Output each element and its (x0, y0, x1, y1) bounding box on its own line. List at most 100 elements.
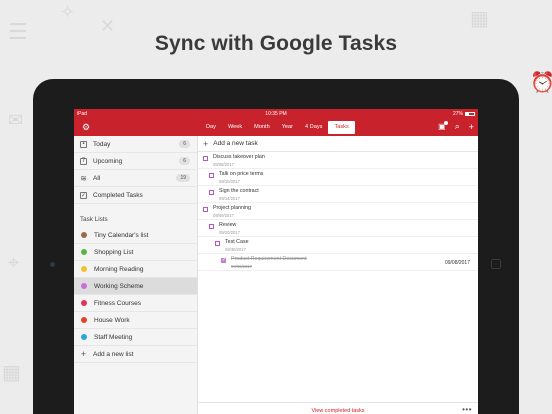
checkbox-icon: ✓ (80, 191, 87, 199)
sidebar: ▪ Today 6 7 Upcoming 6 ≋ All 19 ✓ Comple… (74, 136, 198, 414)
battery-icon (465, 111, 475, 117)
sidebar-item-label: Today (93, 140, 111, 148)
task-date: 09/10/2017 (219, 179, 240, 184)
settings-gear-icon[interactable]: ⚙ (82, 122, 90, 133)
search-icon[interactable]: ⌕ (455, 121, 460, 132)
sidebar-item-label: Upcoming (93, 157, 123, 165)
task-row[interactable]: Talk on price terms 09/10/2017 (198, 169, 478, 186)
background-decoration: ✉ (8, 110, 24, 131)
content-area: ▪ Today 6 7 Upcoming 6 ≋ All 19 ✓ Comple… (74, 136, 478, 414)
sidebar-item-upcoming[interactable]: 7 Upcoming 6 (74, 153, 197, 170)
tab-month[interactable]: Month (248, 121, 276, 134)
list-label: Fitness Courses (94, 299, 141, 307)
tab-day[interactable]: Day (200, 121, 222, 134)
plus-icon: + (80, 349, 87, 359)
sidebar-item-label: All (93, 174, 101, 182)
task-checkbox[interactable] (203, 207, 208, 212)
sidebar-item-completed-tasks[interactable]: ✓ Completed Tasks (74, 187, 197, 204)
task-row[interactable]: Discuss takeover plan 09/08/2017 (198, 152, 478, 169)
task-panel: + Add a new task Discuss takeover plan 0… (198, 136, 478, 414)
background-decoration: ✧ (60, 2, 76, 23)
task-row[interactable]: Sign the contract 09/14/2017 (198, 186, 478, 203)
task-checkbox[interactable] (209, 173, 214, 178)
add-list-button[interactable]: + Add a new list (74, 346, 197, 363)
add-icon[interactable]: + (469, 122, 474, 132)
task-row[interactable]: Review 09/20/2017 (198, 220, 478, 237)
background-decoration: ⏰ (530, 70, 552, 94)
task-lists-header: Task Lists (80, 216, 108, 223)
list-color-dot (81, 317, 87, 323)
list-item-house-work[interactable]: House Work (74, 312, 197, 329)
calendar-icon: 7 (80, 157, 87, 165)
count-badge: 6 (179, 157, 190, 165)
list-item-staff-meeting[interactable]: Staff Meeting (74, 329, 197, 346)
task-date: 09/14/2017 (219, 196, 240, 201)
task-title: Project planning (213, 205, 251, 211)
count-badge: 19 (176, 174, 190, 182)
calendar-icon: ▪ (80, 140, 87, 148)
list-label: Working Scheme (94, 282, 144, 290)
count-badge: 6 (179, 140, 190, 148)
task-title: Product Requirement Document (231, 256, 307, 262)
tab-week[interactable]: Week (222, 121, 248, 134)
view-completed-tasks-button[interactable]: View completed tasks ••• (198, 402, 478, 414)
list-label: Tiny Calendar's list (94, 231, 149, 239)
task-date: 09/20/2017 (219, 230, 240, 235)
tab-tasks[interactable]: Tasks (328, 121, 355, 134)
sidebar-item-today[interactable]: ▪ Today 6 (74, 136, 197, 153)
status-time: 10:35 PM (265, 110, 287, 117)
toolbar-actions: ▣ ⌕ + (438, 121, 474, 132)
sidebar-item-label: Completed Tasks (93, 191, 143, 199)
list-color-dot (81, 334, 87, 340)
task-title: Review (219, 222, 237, 228)
status-bar: iPad 10:35 PM 27% (74, 109, 478, 119)
list-item-tiny-calendar[interactable]: Tiny Calendar's list (74, 227, 197, 244)
view-tabs: Day Week Month Year 4 Days Tasks (200, 121, 355, 134)
inbox-badge-icon[interactable]: ▣ (438, 121, 448, 131)
list-item-shopping-list[interactable]: Shopping List (74, 244, 197, 261)
task-row-completed[interactable]: Product Requirement Document 09/08/2017 … (198, 254, 478, 271)
list-color-dot (81, 232, 87, 238)
camera-dot (50, 262, 55, 267)
sidebar-item-all[interactable]: ≋ All 19 (74, 170, 197, 187)
tab-4-days[interactable]: 4 Days (299, 121, 328, 134)
task-checkbox[interactable] (203, 156, 208, 161)
list-item-morning-reading[interactable]: Morning Reading (74, 261, 197, 278)
background-decoration: ▦ (470, 6, 489, 30)
task-checkbox[interactable] (209, 190, 214, 195)
list-label: Morning Reading (94, 265, 144, 273)
view-completed-label: View completed tasks (311, 408, 365, 414)
more-options-icon[interactable]: ••• (462, 402, 472, 414)
add-task-button[interactable]: + Add a new task (198, 136, 478, 152)
toolbar: ⚙ Day Week Month Year 4 Days Tasks ▣ ⌕ + (74, 119, 478, 136)
task-due-date: 09/08/2017 (444, 260, 470, 266)
task-checkbox[interactable] (209, 224, 214, 229)
task-date: 09/08/2017 (213, 162, 234, 167)
background-decoration: ▦ (2, 360, 21, 384)
ipad-device: iPad 10:35 PM 27% ⚙ Day Week Month Year … (33, 79, 519, 414)
home-button[interactable] (491, 259, 501, 269)
task-date: 09/30/2017 (225, 247, 246, 252)
task-title: Test Case (225, 239, 249, 245)
list-item-fitness-courses[interactable]: Fitness Courses (74, 295, 197, 312)
tab-year[interactable]: Year (276, 121, 299, 134)
list-color-dot (81, 266, 87, 272)
list-label: House Work (94, 316, 130, 324)
add-list-label: Add a new list (93, 350, 134, 358)
task-date: 09/09/2017 (213, 213, 234, 218)
list-label: Staff Meeting (94, 333, 133, 341)
task-row[interactable]: Test Case 09/30/2017 (198, 237, 478, 254)
task-checkbox[interactable] (215, 241, 220, 246)
task-row[interactable]: Project planning 09/09/2017 (198, 203, 478, 220)
task-checkbox-checked[interactable] (221, 257, 226, 263)
plus-icon: + (203, 138, 209, 149)
headline: Sync with Google Tasks (154, 32, 398, 55)
add-task-label: Add a new task (213, 140, 258, 147)
list-color-dot (81, 300, 87, 306)
stack-icon: ≋ (80, 173, 87, 183)
list-item-working-scheme[interactable]: Working Scheme (74, 278, 197, 295)
task-title: Talk on price terms (219, 171, 264, 177)
list-color-dot (81, 283, 87, 289)
app-screen: iPad 10:35 PM 27% ⚙ Day Week Month Year … (74, 109, 478, 414)
background-decoration: ⌖ (8, 250, 20, 274)
